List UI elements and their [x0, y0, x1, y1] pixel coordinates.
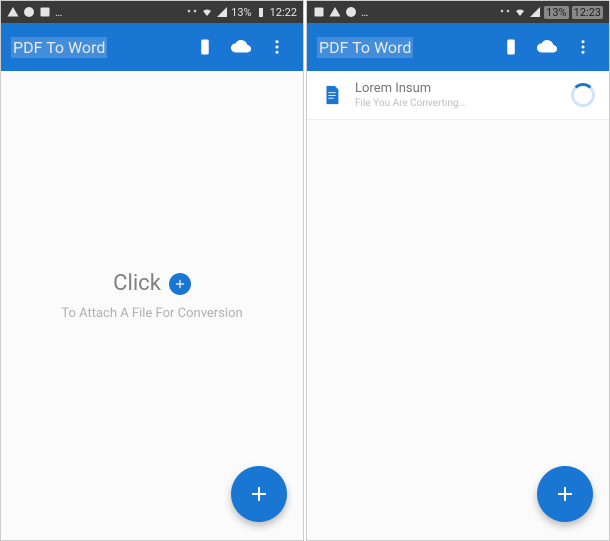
- app-title: PDF To Word: [317, 37, 413, 58]
- clock: 12:23: [572, 6, 603, 19]
- clock: 12:22: [270, 6, 297, 19]
- info-icon: [23, 6, 35, 18]
- status-bar: … 13% 12:23: [307, 1, 609, 23]
- info-icon: [345, 6, 357, 18]
- empty-state: Click To Attach A File For Conversion: [1, 271, 303, 321]
- attach-cta[interactable]: Click: [1, 271, 303, 296]
- overflow-menu-button[interactable]: [259, 29, 295, 65]
- image-icon: [39, 6, 51, 18]
- signal-icon: [216, 6, 228, 18]
- left-screen: … 13% 12:22 PDF To Word Click To Attach …: [0, 0, 304, 541]
- warning-icon: [329, 6, 341, 18]
- warning-icon: [7, 6, 19, 18]
- vibrate-icon: [499, 6, 511, 18]
- device-button[interactable]: [493, 29, 529, 65]
- vibrate-icon: [186, 6, 198, 18]
- right-screen: … 13% 12:23 PDF To Word Lorem Insum File…: [306, 0, 610, 541]
- signal-icon: [529, 6, 541, 18]
- cloud-button[interactable]: [223, 29, 259, 65]
- plus-badge-icon: [169, 273, 191, 295]
- device-button[interactable]: [187, 29, 223, 65]
- file-meta: Lorem Insum File You Are Converting…: [355, 81, 571, 109]
- content-area: Click To Attach A File For Conversion: [1, 71, 303, 540]
- click-label: Click: [113, 271, 161, 296]
- attach-subtext: To Attach A File For Conversion: [1, 306, 303, 321]
- overflow-menu-button[interactable]: [565, 29, 601, 65]
- status-more: …: [361, 6, 368, 19]
- battery-percent: 13%: [231, 6, 251, 19]
- app-title: PDF To Word: [11, 37, 107, 58]
- wifi-icon: [201, 6, 213, 18]
- content-area: Lorem Insum File You Are Converting…: [307, 71, 609, 540]
- file-name: Lorem Insum: [355, 81, 571, 96]
- image-icon: [313, 6, 325, 18]
- battery-icon: [255, 6, 267, 18]
- fab-add-button[interactable]: [537, 466, 593, 522]
- status-more: …: [55, 6, 62, 19]
- wifi-icon: [514, 6, 526, 18]
- file-status: File You Are Converting…: [355, 98, 571, 109]
- cloud-button[interactable]: [529, 29, 565, 65]
- conversion-list-item[interactable]: Lorem Insum File You Are Converting…: [307, 71, 609, 120]
- battery-percent: 13%: [544, 6, 568, 19]
- status-bar: … 13% 12:22: [1, 1, 303, 23]
- app-bar: PDF To Word: [307, 23, 609, 71]
- app-bar: PDF To Word: [1, 23, 303, 71]
- loading-spinner-icon: [571, 83, 595, 107]
- fab-add-button[interactable]: [231, 466, 287, 522]
- document-icon: [321, 84, 343, 106]
